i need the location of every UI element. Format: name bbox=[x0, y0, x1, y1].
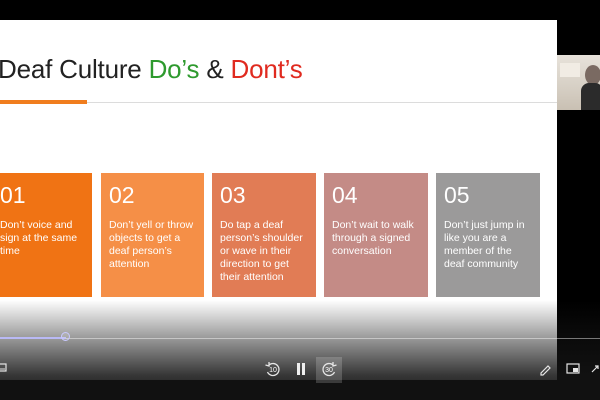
tip-number: 01 bbox=[0, 182, 26, 208]
tip-number: 02 bbox=[109, 182, 135, 208]
title-divider bbox=[87, 102, 557, 103]
tip-card-02: 02 Don’t yell or throw objects to get a … bbox=[101, 173, 204, 297]
tip-number: 05 bbox=[444, 182, 470, 208]
progress-track[interactable] bbox=[66, 338, 600, 339]
tip-card-03: 03 Do tap a deaf person’s shoulder or wa… bbox=[212, 173, 316, 297]
tip-card-01: 01 Don’t voice and sign at the same time bbox=[0, 173, 92, 297]
video-controls-overlay bbox=[0, 300, 600, 400]
tip-card-04: 04 Don’t wait to walk through a signed c… bbox=[324, 173, 428, 297]
title-accent-bar bbox=[0, 100, 87, 104]
skip-back-10-button[interactable]: 10 bbox=[263, 360, 283, 380]
skip-back-label: 10 bbox=[269, 367, 277, 374]
title-donts: Dont’s bbox=[230, 54, 303, 84]
captions-icon[interactable] bbox=[0, 363, 7, 373]
progress-played[interactable] bbox=[0, 337, 66, 339]
tip-number: 03 bbox=[220, 182, 246, 208]
slide-title: Deaf Culture Do’s & Dont’s bbox=[0, 54, 303, 85]
tip-text: Don’t wait to walk through a signed conv… bbox=[332, 219, 414, 257]
miniplayer-icon[interactable] bbox=[566, 363, 580, 375]
tip-text: Don’t yell or throw objects to get a dea… bbox=[109, 219, 194, 270]
tip-number: 04 bbox=[332, 182, 358, 208]
title-prefix: Deaf Culture bbox=[0, 54, 149, 84]
tip-text: Do tap a deaf person’s shoulder or wave … bbox=[220, 219, 303, 283]
seek-handle[interactable] bbox=[61, 332, 70, 341]
presenter-webcam bbox=[557, 55, 600, 110]
title-amp: & bbox=[199, 54, 231, 84]
tip-text: Don’t just jump in like you are a member… bbox=[444, 219, 525, 270]
title-dos: Do’s bbox=[148, 54, 200, 84]
expand-icon[interactable] bbox=[591, 364, 600, 374]
pen-icon[interactable] bbox=[538, 362, 552, 376]
pause-icon[interactable] bbox=[296, 363, 306, 375]
skip-forward-label: 30 bbox=[325, 367, 333, 374]
tip-card-05: 05 Don’t just jump in like you are a mem… bbox=[436, 173, 540, 297]
tip-text: Don’t voice and sign at the same time bbox=[0, 219, 78, 257]
skip-forward-30-button[interactable]: 30 bbox=[319, 360, 339, 380]
